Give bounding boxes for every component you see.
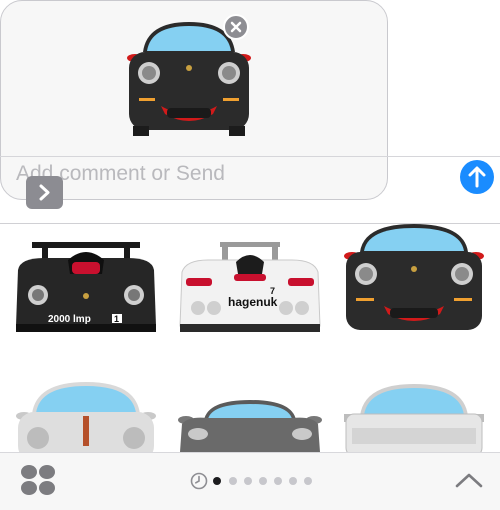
sticker-white-928-front[interactable] (342, 382, 486, 452)
page-dot-1[interactable] (213, 477, 221, 485)
expand-apps-button[interactable] (26, 176, 63, 209)
page-dot-6[interactable] (289, 477, 297, 485)
car-badge-1: 1 (114, 314, 119, 324)
page-dot-7[interactable] (304, 477, 312, 485)
sticker-white-le-mans-racer[interactable]: hagenuk 7 (178, 240, 322, 335)
compose-divider (0, 156, 500, 157)
clock-icon[interactable] (190, 472, 208, 490)
car-label-hagenuk: hagenuk (228, 295, 278, 309)
close-icon (230, 21, 242, 33)
chevron-right-icon (39, 184, 50, 201)
compose-bubble: Add comment or Send (0, 0, 500, 200)
app-grid-icon[interactable] (20, 464, 56, 496)
sticker-black-le-mans-prototype[interactable]: 2000 lmp 1 (14, 240, 158, 335)
page-dot-5[interactable] (274, 477, 282, 485)
sticker-silver-911-front[interactable] (14, 380, 158, 452)
car-label-2000-lmp: 2000 lmp (48, 314, 91, 325)
page-dot-3[interactable] (244, 477, 252, 485)
sticker-black-911-gt3-front[interactable] (342, 222, 486, 334)
remove-sticker-button[interactable] (223, 14, 249, 40)
chevron-up-icon[interactable] (454, 470, 484, 490)
page-dot-2[interactable] (229, 477, 237, 485)
page-dot-4[interactable] (259, 477, 267, 485)
sticker-grey-918-front[interactable] (178, 398, 322, 452)
car-number-7: 7 (270, 286, 275, 296)
